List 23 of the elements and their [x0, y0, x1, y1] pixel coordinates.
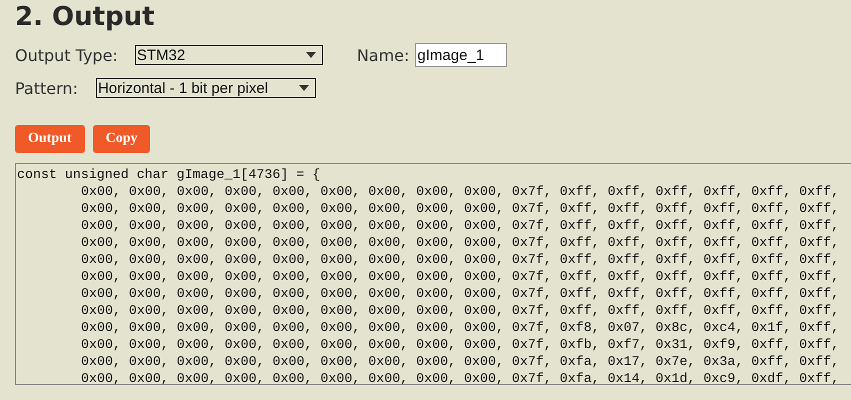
code-line: 0x00, 0x00, 0x00, 0x00, 0x00, 0x00, 0x00, 0x00, 0x00, 0x7f, 0xff, 0xff, 0xff, 0xff, 0xff, 0xff, — [81, 251, 840, 268]
code-line: 0x00, 0x00, 0x00, 0x00, 0x00, 0x00, 0x00, 0x00, 0x00, 0x7f, 0xff, 0xff, 0xff, 0xff, 0xff, 0xff, — [81, 285, 840, 302]
name-input-field[interactable]: gImage_1 — [415, 43, 508, 67]
code-line: 0x00, 0x00, 0x00, 0x00, 0x00, 0x00, 0x00, 0x00, 0x00, 0x7f, 0xfb, 0xf7, 0x31, 0xf9, 0xff, 0xff, — [81, 336, 840, 353]
field-label: Output Type: — [15, 46, 118, 64]
code-line: 0x00, 0x00, 0x00, 0x00, 0x00, 0x00, 0x00, 0x00, 0x00, 0x7f, 0xff, 0xff, 0xff, 0xff, 0xff, 0xff, — [81, 217, 840, 234]
code-line: 0x00, 0x00, 0x00, 0x00, 0x00, 0x00, 0x00, 0x00, 0x00, 0x7f, 0xf8, 0x07, 0x8c, 0xc4, 0x1f, 0xff, — [81, 319, 840, 336]
code-line: 0x00, 0x00, 0x00, 0x00, 0x00, 0x00, 0x00, 0x00, 0x00, 0x7f, 0xff, 0xff, 0xff, 0xff, 0xff, 0xff, — [81, 234, 840, 251]
code-line: 0x00, 0x00, 0x00, 0x00, 0x00, 0x00, 0x00, 0x00, 0x00, 0x7f, 0xff, 0xff, 0xff, 0xff, 0xff, 0xff, — [81, 268, 840, 285]
field-label: Pattern: — [15, 78, 78, 98]
pattern-select[interactable]: Horizontal - 1 bit per pixel — [96, 78, 316, 98]
code-line: const unsigned char gImage_1[4736] = { — [17, 166, 320, 183]
code-line: 0x00, 0x00, 0x00, 0x00, 0x00, 0x00, 0x00, 0x00, 0x00, 0x7f, 0xff, 0xff, 0xff, 0xff, 0xff, 0xff, — [81, 183, 840, 200]
section-heading: 2. Output — [15, 1, 155, 32]
code-line: 0x00, 0x00, 0x00, 0x00, 0x00, 0x00, 0x00, 0x00, 0x00, 0x7f, 0xfa, 0x17, 0x7e, 0x3a, 0xff, 0xff, — [81, 353, 840, 370]
field-label: Name: — [356, 46, 410, 64]
code-line: 0x00, 0x00, 0x00, 0x00, 0x00, 0x00, 0x00, 0x00, 0x00, 0x7f, 0xfa, 0x14, 0x1d, 0xc9, 0xdf, 0xff, — [81, 370, 840, 384]
caret-icon — [306, 52, 316, 58]
output-textarea[interactable] — [15, 163, 851, 385]
code-line: 0x00, 0x00, 0x00, 0x00, 0x00, 0x00, 0x00, 0x00, 0x00, 0x7f, 0xff, 0xff, 0xff, 0xff, 0xff, 0xff, — [81, 200, 840, 217]
caret-icon — [298, 85, 309, 91]
code-line: 0x00, 0x00, 0x00, 0x00, 0x00, 0x00, 0x00, 0x00, 0x00, 0x7f, 0xff, 0xff, 0xff, 0xff, 0xff, 0xff, — [81, 302, 840, 319]
output-type-select[interactable]: STM32 — [134, 45, 323, 65]
